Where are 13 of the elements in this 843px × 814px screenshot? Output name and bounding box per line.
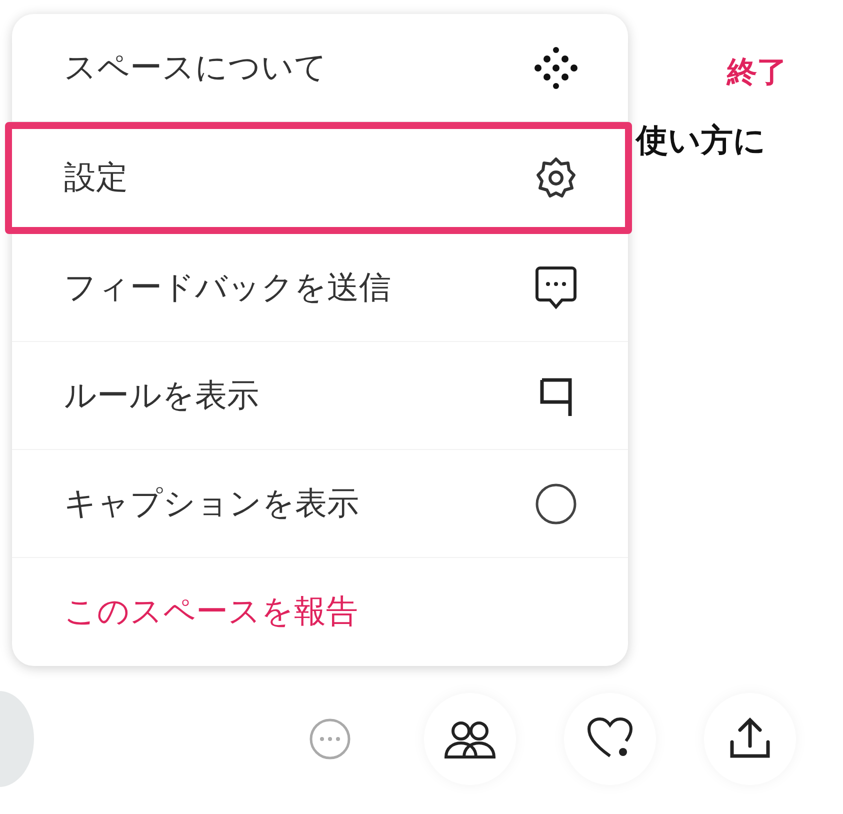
menu-item[interactable]: キャプションを表示 bbox=[12, 450, 628, 558]
menu-item[interactable]: このスペースを報告 bbox=[12, 558, 628, 666]
settings-icon bbox=[534, 156, 578, 200]
circle-icon bbox=[534, 482, 578, 526]
dots-diamond-icon bbox=[534, 46, 578, 90]
menu-item[interactable]: スペースについて bbox=[12, 14, 628, 122]
menu-item[interactable]: 設定 bbox=[5, 122, 632, 234]
more-icon bbox=[308, 717, 352, 761]
menu-item[interactable]: ルールを表示 bbox=[12, 342, 628, 450]
space-title: 使い方に bbox=[636, 120, 766, 161]
menu-item[interactable]: フィードバックを送信 bbox=[12, 234, 628, 342]
chat-bubble-icon bbox=[534, 264, 578, 310]
end-button[interactable]: 終了 bbox=[721, 48, 793, 97]
